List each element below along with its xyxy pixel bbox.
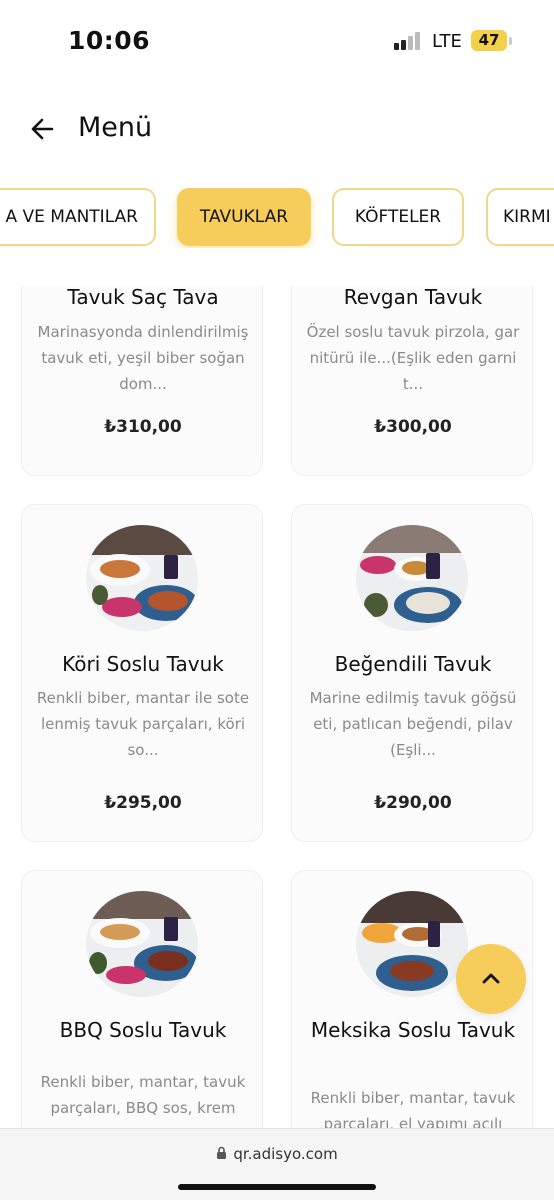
item-name: Meksika Soslu Tavuk: [310, 1018, 516, 1042]
header: Menü: [0, 100, 554, 160]
menu-item-card[interactable]: Tavuk Saç Tava Marinasyonda dinlendirilm…: [21, 286, 263, 476]
item-name: Revgan Tavuk: [343, 286, 483, 309]
item-price: ₺300,00: [374, 417, 452, 437]
item-photo: [356, 891, 468, 997]
item-description: Renkli biber, mantar ile sotelenmiş tavu…: [36, 689, 250, 759]
category-tabs: A VE MANTILAR TAVUKLAR KÖFTELER KIRMI: [0, 188, 554, 248]
item-name: Beğendili Tavuk: [334, 652, 492, 676]
url-container[interactable]: qr.adisyo.com: [0, 1145, 554, 1164]
menu-item-card[interactable]: BBQ Soslu Tavuk Renkli biber, mantar, ta…: [21, 870, 263, 1128]
browser-address-bar[interactable]: qr.adisyo.com: [0, 1128, 554, 1200]
menu-item-card[interactable]: Revgan Tavuk Özel soslu tavuk pirzola, g…: [291, 286, 533, 476]
tab-kofteler[interactable]: KÖFTELER: [332, 188, 464, 246]
status-bar: 10:06 LTE 47: [0, 0, 554, 84]
item-photo: [86, 891, 198, 997]
menu-item-card[interactable]: Köri Soslu Tavuk Renkli biber, mantar il…: [21, 504, 263, 842]
item-photo: [356, 525, 468, 631]
battery-icon: 47: [471, 30, 507, 51]
item-price: ₺310,00: [104, 417, 182, 437]
chevron-up-icon: [482, 973, 500, 984]
item-name: Tavuk Saç Tava: [67, 286, 219, 309]
item-description: Marine edilmiş tavuk göğsü eti, patlıcan…: [309, 689, 517, 759]
status-time: 10:06: [68, 26, 151, 55]
page-title: Menü: [78, 112, 153, 143]
item-name: BBQ Soslu Tavuk: [59, 1018, 227, 1042]
item-name: Köri Soslu Tavuk: [62, 652, 224, 676]
menu-item-card[interactable]: Beğendili Tavuk Marine edilmiş tavuk göğ…: [291, 504, 533, 842]
lock-icon: [216, 1146, 227, 1164]
item-description: Marinasyonda dinlendirilmiş tavuk eti, y…: [37, 323, 249, 393]
item-price: ₺290,00: [374, 793, 452, 813]
tab-kofte-mantilar[interactable]: A VE MANTILAR: [0, 188, 156, 246]
item-description: Renkli biber, mantar, tavuk parçaları, e…: [310, 1089, 516, 1128]
url-text: qr.adisyo.com: [233, 1145, 338, 1163]
item-description: Renkli biber, mantar, tavuk parçaları, B…: [40, 1073, 246, 1117]
tab-kirmizi-et[interactable]: KIRMI: [486, 188, 554, 246]
item-photo: [86, 525, 198, 631]
network-label: LTE: [432, 31, 462, 52]
battery-tip: [509, 37, 512, 45]
tab-tavuklar[interactable]: TAVUKLAR: [177, 188, 311, 246]
back-arrow-icon[interactable]: [26, 112, 60, 146]
scroll-to-top-button[interactable]: [456, 944, 526, 1014]
signal-icon: [394, 32, 424, 50]
item-description: Özel soslu tavuk pirzola, garnitürü ile.…: [306, 323, 520, 393]
home-indicator[interactable]: [178, 1184, 376, 1190]
item-price: ₺295,00: [104, 793, 182, 813]
